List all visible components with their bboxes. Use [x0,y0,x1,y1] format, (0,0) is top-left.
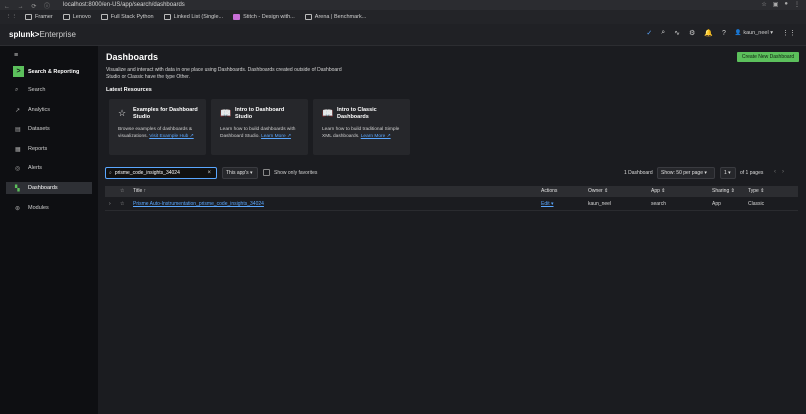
bookmark-icon [25,14,32,20]
sidebar-item-reports[interactable]: ▦ Reports [6,143,92,155]
page-count: of 1 pages [740,170,764,176]
card-link[interactable]: Learn More ↗ [361,134,391,139]
star-icon: ☆ [118,108,127,118]
sidebar-item-modules[interactable]: ⊛ Modules [6,202,92,214]
col-title[interactable]: Title ↑ [133,188,146,195]
card-description: Learn how to build dashboards with Dashb… [220,127,296,139]
edit-dropdown[interactable]: Edit ▾ [541,201,554,208]
bookmark[interactable]: Lenovo [62,14,91,20]
per-page-dropdown[interactable]: Show: 50 per page ▾ [657,167,715,179]
menu-icon[interactable]: ⋮ [794,1,800,8]
search-icon: ⌕ [109,170,112,176]
row-app: search [651,201,667,207]
browser-nav-buttons[interactable]: ← → ⟳ ⓘ [4,1,53,10]
table-header: ☆ Title ↑ Actions Owner ⇕ App ⇕ Sharing … [105,186,798,197]
star-icon: ☆ [120,188,125,194]
page-select[interactable]: 1 ▾ [720,167,736,179]
extensions-icon[interactable]: ▣ [773,1,779,8]
search-icon: ⌕ [15,86,19,93]
dashboards-icon: ▚ [15,185,20,192]
splunk-logo[interactable]: splunk>Enterprise [9,30,76,39]
book-icon: 📖 [220,108,232,118]
page-description: Visualize and interact with data in one … [106,67,342,80]
card-title: Intro to Classic Dashboards [337,107,377,120]
apps-grid-icon[interactable]: ⋮⋮ [6,14,17,20]
alerts-icon: ◎ [15,165,21,172]
table-row: › ☆ Prisme Auto-Instrumentation_prisme_c… [105,199,798,211]
bell-icon[interactable]: 🔔 [704,29,713,37]
pagination-arrows[interactable]: ‹› [774,169,790,175]
folder-icon [62,14,70,20]
main-content: Dashboards Visualize and interact with d… [98,46,806,414]
dashboard-title-link[interactable]: Prisme Auto-Instrumentation_prisme_code_… [133,201,264,208]
user-menu[interactable]: 👤 kaun_neel ▾ [735,30,773,36]
resource-card-intro-studio[interactable]: 📖 Intro to Dashboard Studio Learn how to… [211,99,308,155]
col-owner[interactable]: Owner ⇕ [588,188,608,195]
splunk-header: splunk>Enterprise ✓ ⌕ ∿ ⚙ 🔔 ? 👤 kaun_nee… [0,24,806,46]
apps-grid-icon[interactable]: ⋮⋮ [782,29,796,37]
row-type: Classic [748,201,765,207]
address-bar[interactable]: localhost:8000/en-US/app/search/dashboar… [63,2,185,8]
row-sharing: App [712,201,721,207]
star-icon[interactable]: ☆ [120,201,124,208]
book-icon: 📖 [322,108,334,118]
page-title: Dashboards [106,52,159,62]
bookmark[interactable]: Stitch - Design with... [233,14,295,20]
search-icon[interactable]: ⌕ [661,29,665,37]
favorites-toggle[interactable]: Show only favorites [263,169,317,176]
bookmark-icon [100,14,108,20]
bookmarks-bar: ⋮⋮ Framer Lenovo Full Stack Python Linke… [0,10,806,24]
card-description: Learn how to build traditional Simple XM… [322,127,400,139]
hamburger-icon[interactable]: ≡ [14,52,18,59]
card-description: Browse examples of dashboards & visualiz… [118,127,194,139]
sidebar-item-alerts[interactable]: ◎ Alerts [6,162,92,174]
col-sharing[interactable]: Sharing ⇕ [712,188,735,195]
create-dashboard-button[interactable]: Create New Dashboard [737,52,799,62]
sidebar: ≡ > Search & Reporting ⌕ Search ↗ Analytic… [0,46,98,414]
sidebar-item-dashboards[interactable]: ▚ Dashboards [6,182,92,194]
bookmark[interactable]: Framer [25,14,53,20]
sidebar-item-search[interactable]: ⌕ Search [6,84,92,96]
col-type[interactable]: Type ⇕ [748,188,764,195]
datasets-icon: ▤ [15,126,21,133]
bookmark[interactable]: Full Stack Python [100,14,154,20]
bookmark-icon [233,14,241,20]
sidebar-item-datasets[interactable]: ▤ Datasets [6,123,92,135]
row-owner: kaun_neel [588,201,612,207]
favorites-checkbox[interactable] [263,169,270,176]
bookmark-icon [163,14,171,20]
star-icon[interactable]: ☆ [761,1,766,8]
card-link[interactable]: Visit Example Hub ↗ [149,134,193,139]
modules-icon: ⊛ [15,205,21,212]
activity-icon[interactable]: ∿ [674,29,680,37]
app-switcher[interactable]: > Search & Reporting [13,66,79,77]
expand-icon[interactable]: › [109,201,111,208]
profile-icon[interactable]: ● [784,1,788,8]
reports-icon: ▦ [15,146,21,153]
col-app[interactable]: App ⇕ [651,188,665,195]
gear-icon[interactable]: ⚙ [689,29,695,37]
col-actions: Actions [541,188,558,194]
sidebar-item-analytics[interactable]: ↗ Analytics [6,104,92,116]
clear-icon[interactable]: × [207,170,211,176]
health-check-icon[interactable]: ✓ [646,29,652,37]
browser-toolbar: ← → ⟳ ⓘ localhost:8000/en-US/app/search/… [0,0,806,10]
dashboard-count: 1 Dashboard [624,170,653,176]
bookmark[interactable]: Linked List (Single... [163,14,223,20]
resource-card-examples[interactable]: ☆ Examples for Dashboard Studio Browse e… [109,99,206,155]
help-icon[interactable]: ? [722,30,726,37]
analytics-icon: ↗ [15,107,21,114]
app-filter-dropdown[interactable]: This app's ▾ [222,167,258,179]
card-link[interactable]: Learn More ↗ [261,134,291,139]
latest-resources-heading: Latest Resources [106,87,152,93]
bookmark[interactable]: Arena | Benchmark... [304,14,366,20]
search-input[interactable]: ⌕ prisme_code_insights_34024 × [105,167,217,179]
app-logo-icon: > [13,66,24,77]
bookmark-icon [304,14,312,20]
card-title: Examples for Dashboard Studio [133,107,198,120]
resource-card-intro-classic[interactable]: 📖 Intro to Classic Dashboards Learn how … [313,99,410,155]
card-title: Intro to Dashboard Studio [235,107,285,120]
